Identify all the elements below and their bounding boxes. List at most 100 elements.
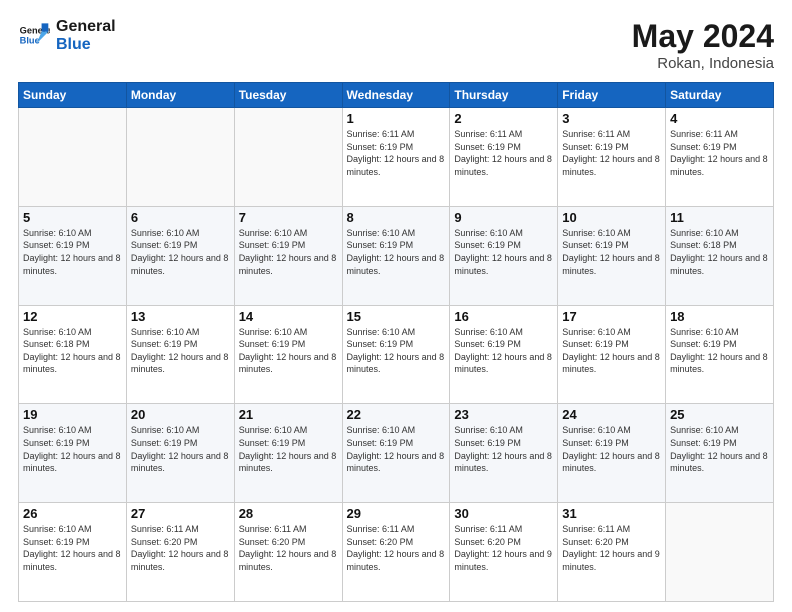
sunrise-text: Sunrise: 6:11 AM [131, 524, 199, 534]
daylight-text: Daylight: 12 hours and 8 minutes. [239, 549, 337, 572]
day-info: Sunrise: 6:10 AM Sunset: 6:19 PM Dayligh… [239, 227, 338, 277]
logo-icon: General Blue [18, 20, 50, 52]
sunset-text: Sunset: 6:19 PM [670, 339, 737, 349]
day-number: 10 [562, 210, 661, 225]
day-number: 12 [23, 309, 122, 324]
day-number: 30 [454, 506, 553, 521]
daylight-text: Daylight: 12 hours and 8 minutes. [454, 154, 552, 177]
sunset-text: Sunset: 6:19 PM [454, 339, 521, 349]
daylight-text: Daylight: 12 hours and 9 minutes. [454, 549, 552, 572]
table-row: 27 Sunrise: 6:11 AM Sunset: 6:20 PM Dayl… [126, 503, 234, 602]
sunset-text: Sunset: 6:19 PM [562, 240, 629, 250]
header: General Blue General Blue May 2024 Rokan… [18, 18, 774, 72]
table-row [666, 503, 774, 602]
day-info: Sunrise: 6:10 AM Sunset: 6:18 PM Dayligh… [23, 326, 122, 376]
day-info: Sunrise: 6:10 AM Sunset: 6:19 PM Dayligh… [23, 227, 122, 277]
daylight-text: Daylight: 12 hours and 8 minutes. [239, 253, 337, 276]
daylight-text: Daylight: 12 hours and 8 minutes. [131, 549, 229, 572]
table-row [234, 108, 342, 207]
table-row: 14 Sunrise: 6:10 AM Sunset: 6:19 PM Dayl… [234, 305, 342, 404]
table-row [126, 108, 234, 207]
table-row: 7 Sunrise: 6:10 AM Sunset: 6:19 PM Dayli… [234, 206, 342, 305]
day-info: Sunrise: 6:10 AM Sunset: 6:19 PM Dayligh… [131, 227, 230, 277]
month-title: May 2024 [632, 18, 774, 55]
table-row: 29 Sunrise: 6:11 AM Sunset: 6:20 PM Dayl… [342, 503, 450, 602]
sunset-text: Sunset: 6:19 PM [670, 142, 737, 152]
sunrise-text: Sunrise: 6:10 AM [239, 425, 308, 435]
sunrise-text: Sunrise: 6:10 AM [454, 228, 523, 238]
day-info: Sunrise: 6:11 AM Sunset: 6:20 PM Dayligh… [239, 523, 338, 573]
sunrise-text: Sunrise: 6:10 AM [23, 524, 92, 534]
day-info: Sunrise: 6:10 AM Sunset: 6:19 PM Dayligh… [131, 326, 230, 376]
sunset-text: Sunset: 6:19 PM [239, 240, 306, 250]
day-info: Sunrise: 6:10 AM Sunset: 6:19 PM Dayligh… [347, 326, 446, 376]
day-number: 31 [562, 506, 661, 521]
table-row: 21 Sunrise: 6:10 AM Sunset: 6:19 PM Dayl… [234, 404, 342, 503]
day-number: 1 [347, 111, 446, 126]
page: General Blue General Blue May 2024 Rokan… [0, 0, 792, 612]
sunset-text: Sunset: 6:19 PM [239, 438, 306, 448]
sunset-text: Sunset: 6:19 PM [454, 438, 521, 448]
table-row: 8 Sunrise: 6:10 AM Sunset: 6:19 PM Dayli… [342, 206, 450, 305]
day-number: 22 [347, 407, 446, 422]
sunset-text: Sunset: 6:19 PM [670, 438, 737, 448]
header-monday: Monday [126, 83, 234, 108]
daylight-text: Daylight: 12 hours and 9 minutes. [562, 549, 660, 572]
daylight-text: Daylight: 12 hours and 8 minutes. [131, 451, 229, 474]
daylight-text: Daylight: 12 hours and 8 minutes. [347, 451, 445, 474]
day-number: 14 [239, 309, 338, 324]
daylight-text: Daylight: 12 hours and 8 minutes. [239, 352, 337, 375]
day-info: Sunrise: 6:11 AM Sunset: 6:19 PM Dayligh… [347, 128, 446, 178]
daylight-text: Daylight: 12 hours and 8 minutes. [23, 352, 121, 375]
sunrise-text: Sunrise: 6:11 AM [239, 524, 307, 534]
sunrise-text: Sunrise: 6:10 AM [670, 425, 739, 435]
day-number: 4 [670, 111, 769, 126]
daylight-text: Daylight: 12 hours and 8 minutes. [454, 352, 552, 375]
sunrise-text: Sunrise: 6:10 AM [239, 228, 308, 238]
day-number: 18 [670, 309, 769, 324]
header-sunday: Sunday [19, 83, 127, 108]
sunrise-text: Sunrise: 6:10 AM [23, 228, 92, 238]
sunrise-text: Sunrise: 6:11 AM [347, 129, 415, 139]
table-row: 15 Sunrise: 6:10 AM Sunset: 6:19 PM Dayl… [342, 305, 450, 404]
table-row: 11 Sunrise: 6:10 AM Sunset: 6:18 PM Dayl… [666, 206, 774, 305]
day-info: Sunrise: 6:11 AM Sunset: 6:19 PM Dayligh… [562, 128, 661, 178]
table-row: 31 Sunrise: 6:11 AM Sunset: 6:20 PM Dayl… [558, 503, 666, 602]
day-number: 15 [347, 309, 446, 324]
table-row: 13 Sunrise: 6:10 AM Sunset: 6:19 PM Dayl… [126, 305, 234, 404]
sunset-text: Sunset: 6:19 PM [562, 339, 629, 349]
sunrise-text: Sunrise: 6:10 AM [347, 228, 416, 238]
sunrise-text: Sunrise: 6:10 AM [670, 228, 739, 238]
sunset-text: Sunset: 6:19 PM [239, 339, 306, 349]
daylight-text: Daylight: 12 hours and 8 minutes. [670, 352, 768, 375]
daylight-text: Daylight: 12 hours and 8 minutes. [131, 253, 229, 276]
header-saturday: Saturday [666, 83, 774, 108]
table-row: 10 Sunrise: 6:10 AM Sunset: 6:19 PM Dayl… [558, 206, 666, 305]
sunset-text: Sunset: 6:20 PM [347, 537, 414, 547]
sunrise-text: Sunrise: 6:10 AM [562, 228, 631, 238]
day-info: Sunrise: 6:10 AM Sunset: 6:19 PM Dayligh… [347, 424, 446, 474]
table-row: 12 Sunrise: 6:10 AM Sunset: 6:18 PM Dayl… [19, 305, 127, 404]
table-row: 18 Sunrise: 6:10 AM Sunset: 6:19 PM Dayl… [666, 305, 774, 404]
table-row: 19 Sunrise: 6:10 AM Sunset: 6:19 PM Dayl… [19, 404, 127, 503]
day-number: 13 [131, 309, 230, 324]
day-number: 26 [23, 506, 122, 521]
day-info: Sunrise: 6:11 AM Sunset: 6:19 PM Dayligh… [454, 128, 553, 178]
sunrise-text: Sunrise: 6:10 AM [562, 425, 631, 435]
table-row: 25 Sunrise: 6:10 AM Sunset: 6:19 PM Dayl… [666, 404, 774, 503]
daylight-text: Daylight: 12 hours and 8 minutes. [454, 451, 552, 474]
day-info: Sunrise: 6:10 AM Sunset: 6:19 PM Dayligh… [562, 227, 661, 277]
title-block: May 2024 Rokan, Indonesia [632, 18, 774, 72]
sunset-text: Sunset: 6:19 PM [562, 142, 629, 152]
daylight-text: Daylight: 12 hours and 8 minutes. [131, 352, 229, 375]
day-number: 9 [454, 210, 553, 225]
sunrise-text: Sunrise: 6:10 AM [131, 228, 200, 238]
sunrise-text: Sunrise: 6:10 AM [347, 425, 416, 435]
day-info: Sunrise: 6:10 AM Sunset: 6:19 PM Dayligh… [670, 326, 769, 376]
sunrise-text: Sunrise: 6:11 AM [454, 129, 522, 139]
day-number: 5 [23, 210, 122, 225]
day-number: 3 [562, 111, 661, 126]
day-info: Sunrise: 6:10 AM Sunset: 6:19 PM Dayligh… [23, 424, 122, 474]
daylight-text: Daylight: 12 hours and 8 minutes. [562, 154, 660, 177]
daylight-text: Daylight: 12 hours and 8 minutes. [562, 451, 660, 474]
